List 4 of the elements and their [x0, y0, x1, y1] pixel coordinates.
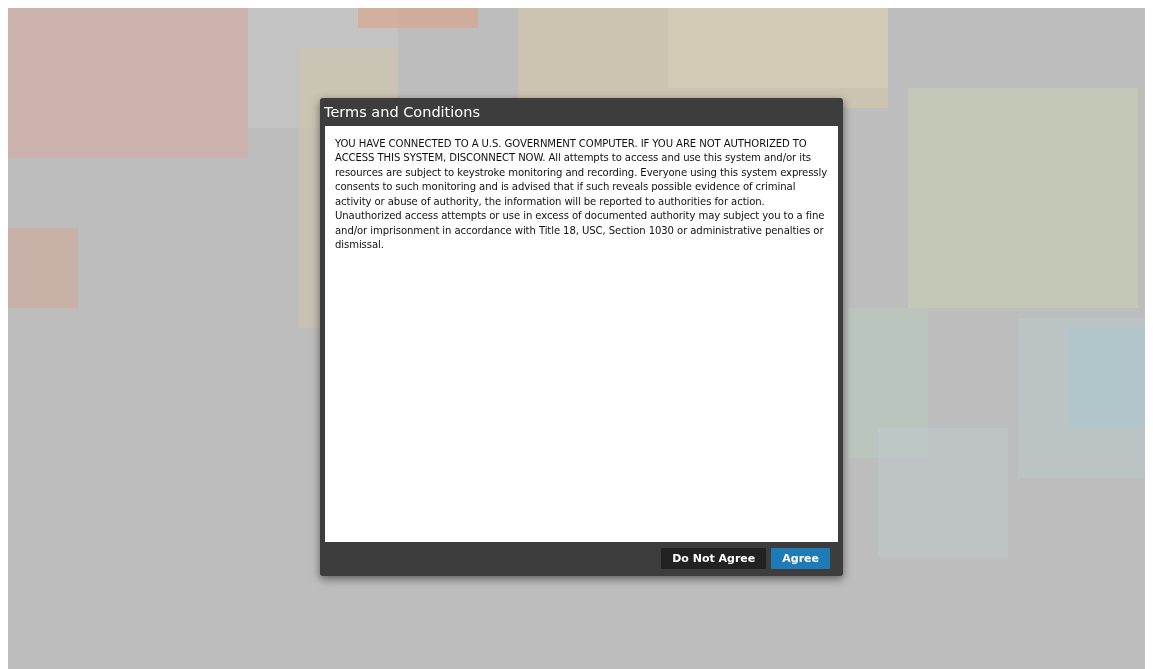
- agree-button[interactable]: Agree: [771, 548, 830, 569]
- decline-button[interactable]: Do Not Agree: [661, 548, 767, 569]
- terms-message: YOU HAVE CONNECTED TO A U.S. GOVERNMENT COMPUTER. IF YOU ARE NOT AUTHORIZED TO ACCESS THIS SYSTEM, DISCONNECT NOW. All attempts to access and use this system and/or its resources are subject to keystroke monitoring and recording. Everyone using this system expressly consents to such monitoring and is advised that if such reveals possible evidence of criminal activity or abuse of authority, the information will be reported to authorities for action. Unauthorized access attempts or use in excess of documented authority may subject you to a fine and/or imprisonment in accordance with Title 18, USC, Section 1030 or administrative penalties or dismissal.: [335, 136, 828, 252]
- dialog-title: Terms and Conditions: [323, 102, 481, 122]
